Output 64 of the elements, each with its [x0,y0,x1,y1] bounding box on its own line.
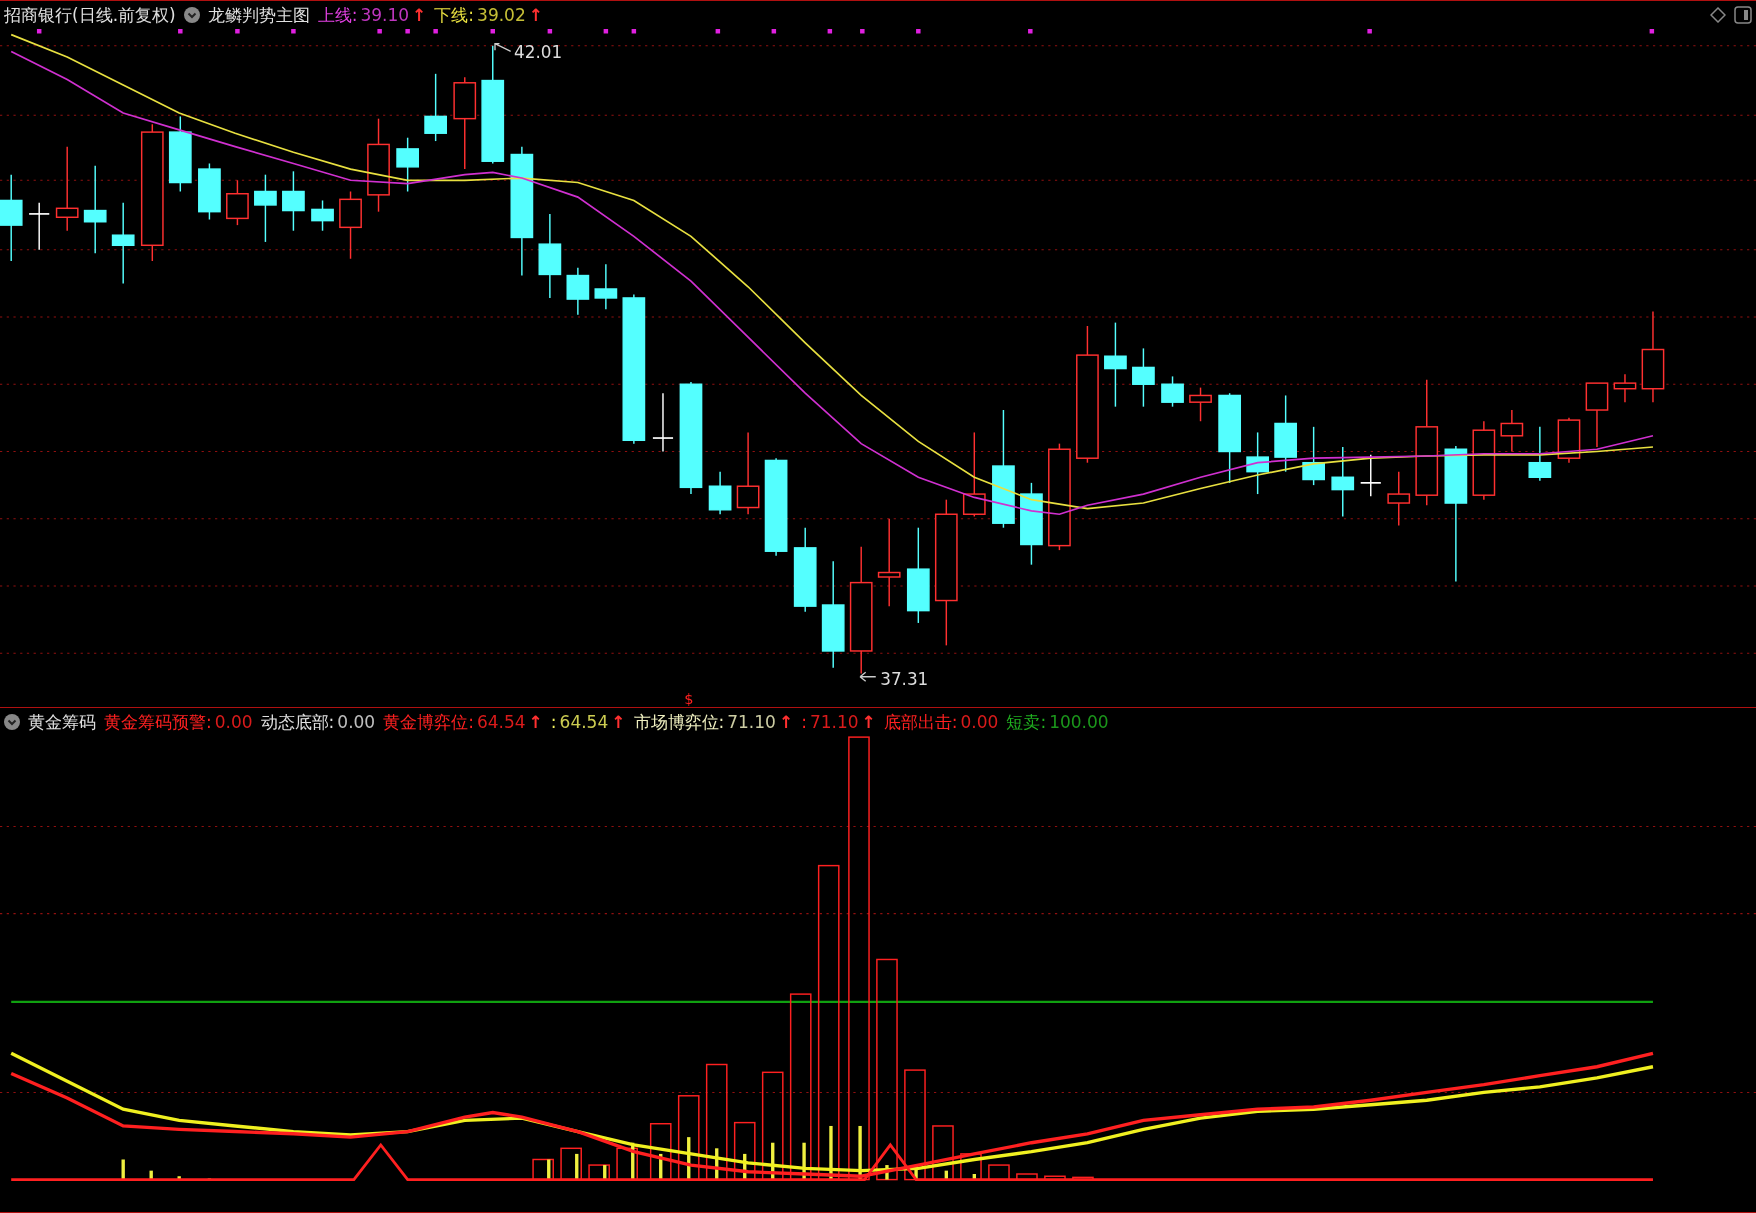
candlestick [198,162,221,221]
legend-value: 71.10 [809,712,859,732]
candlestick [1387,470,1411,527]
legend-value: 64.54 [559,712,609,732]
stock-title: 招商银行(日线.前复权) [4,3,176,27]
legend-label: 底部出击: [883,710,958,734]
legend-value: 0.00 [214,712,253,732]
legend-label: : [550,712,557,732]
legend-arrow: ↑ [412,5,427,25]
legend-label: 市场博弈位: [633,710,725,734]
candlestick [1500,409,1524,453]
candlestick [339,190,362,260]
candlestick [1331,446,1355,518]
legend-label: 上线: [317,3,358,27]
candlestick [1189,386,1212,422]
legend-arrow: ↑ [528,5,543,25]
legend-arrow: ↑ [861,712,876,732]
candlestick [652,392,674,453]
arrow-icon [494,42,512,53]
price-label: 42.01 [514,42,563,63]
legend-label: 短卖: [1006,710,1047,734]
candlestick [396,136,419,193]
legend-label: 动态底部: [260,710,335,734]
candlestick [708,470,732,515]
panel-toggle-icon[interactable] [1734,6,1752,24]
candlestick [1246,431,1269,495]
candlestick [1161,375,1184,408]
legend-value: 39.02 [477,5,526,25]
candlestick [226,179,249,226]
legend-arrow: ↑ [778,712,794,732]
candlestick [254,173,277,243]
legend-label: : [801,712,807,732]
diamond-icon[interactable] [1710,7,1726,23]
legend-value: 39.10 [360,5,410,25]
candlestick [1359,454,1382,498]
legend-value: 0.00 [960,712,999,732]
candlestick [566,266,590,316]
indicator-name[interactable]: 龙鳞判势主图 [207,3,310,27]
legend-label: 黄金博弈位: [383,710,474,734]
arrow-icon [859,671,877,682]
legend-value: 71.10 [727,712,776,732]
candlestick [1557,417,1581,464]
dropdown-icon[interactable] [4,714,20,730]
indicator-name[interactable]: 黄金筹码 [28,710,96,734]
legend-arrow: ↑ [611,712,626,732]
candlestick [424,73,447,142]
legend-value: 0.00 [337,712,376,732]
candlestick [594,263,618,310]
candlestick [311,199,334,232]
candlestick [282,170,305,232]
legend-value: 100.00 [1049,712,1109,732]
legend-label: 黄金筹码预警: [104,710,212,734]
candlestick [1585,382,1609,448]
signal-marker: $ [684,689,694,707]
candlestick [1528,426,1552,482]
price-label: 37.31 [880,668,929,689]
dropdown-icon[interactable] [183,7,200,23]
legend-label: 下线: [434,3,475,27]
candlestick [1302,426,1325,486]
candlestick [1132,347,1155,408]
legend-value: 64.54 [476,712,526,732]
candlestick [1613,373,1637,403]
candlestick [28,201,51,251]
legend-arrow: ↑ [528,712,543,732]
